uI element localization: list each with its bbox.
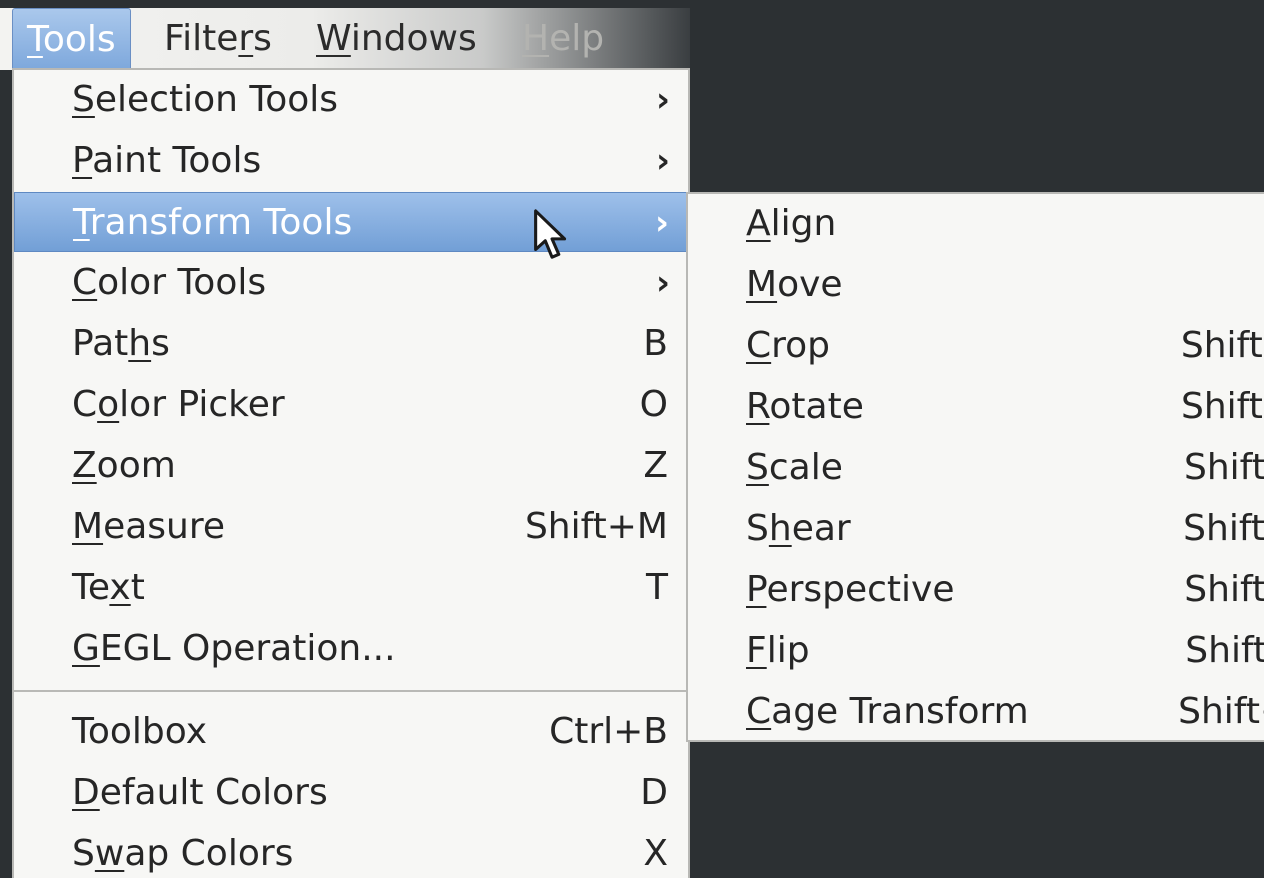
shortcut-label: O xyxy=(639,384,668,425)
menubar-windows[interactable]: Windows xyxy=(302,8,491,70)
chevron-right-icon: › xyxy=(655,141,670,181)
menu-item-label: Color Tools xyxy=(72,262,267,303)
menu-item-label: Rotate xyxy=(746,386,864,427)
chevron-right-icon: › xyxy=(655,263,670,303)
menu-item-label: GEGL Operation... xyxy=(72,628,396,669)
submenu-item-crop[interactable]: Crop Shift+C xyxy=(688,316,1264,376)
menu-item-label: Measure xyxy=(72,506,226,547)
menu-item-label: Zoom xyxy=(72,445,176,486)
chevron-right-icon: › xyxy=(655,80,670,120)
menu-item-swap-colors[interactable]: Swap Colors X xyxy=(14,824,688,878)
menu-item-label: Text xyxy=(72,567,145,608)
submenu-item-scale[interactable]: Scale Shift+T xyxy=(688,438,1264,498)
menu-item-color-picker[interactable]: Color Picker O xyxy=(14,375,688,435)
menu-item-label: Swap Colors xyxy=(72,833,294,874)
submenu-item-align[interactable]: Align Q xyxy=(688,194,1264,254)
menubar-label: Filte xyxy=(164,18,239,59)
menubar-mnemonic: W xyxy=(316,18,351,59)
menubar-label: ools xyxy=(42,19,116,60)
shortcut-label: D xyxy=(640,772,668,813)
shortcut-label: B xyxy=(643,323,668,364)
menubar-label: s xyxy=(253,18,272,59)
submenu-item-rotate[interactable]: Rotate Shift+R xyxy=(688,377,1264,437)
shortcut-label: Shift+M xyxy=(524,506,668,547)
menu-item-label: Scale xyxy=(746,447,843,488)
menu-item-paint-tools[interactable]: Paint Tools › xyxy=(14,131,688,191)
shortcut-label: Shift+P xyxy=(1184,569,1264,610)
menu-item-label: Move xyxy=(746,264,843,305)
menubar-label: indows xyxy=(350,18,477,59)
menu-item-default-colors[interactable]: Default Colors D xyxy=(14,763,688,823)
shortcut-label: Z xyxy=(643,445,668,486)
menu-item-label: Perspective xyxy=(746,569,955,610)
menu-item-label: Shear xyxy=(746,508,851,549)
shortcut-label: T xyxy=(646,567,668,608)
menu-separator xyxy=(14,690,688,692)
menubar-tools[interactable]: Tools xyxy=(12,8,131,70)
shortcut-label: Q xyxy=(1118,194,1264,254)
menu-item-color-tools[interactable]: Color Tools › xyxy=(14,253,688,313)
shortcut-label: Shift+G xyxy=(1178,691,1264,732)
menu-item-label: Selection Tools xyxy=(72,79,339,120)
menubar-mnemonic: H xyxy=(522,18,550,59)
menu-item-label: Crop xyxy=(746,325,831,366)
shortcut-label: Ctrl+B xyxy=(549,711,668,752)
menu-item-text[interactable]: Text T xyxy=(14,558,688,618)
shortcut-label: M xyxy=(1118,255,1264,315)
shortcut-label: Shift+R xyxy=(1180,386,1264,427)
submenu-item-shear[interactable]: Shear Shift+S xyxy=(688,499,1264,559)
chevron-right-icon: › xyxy=(654,203,669,243)
menubar-mnemonic: r xyxy=(238,18,254,59)
menu-item-label: Align xyxy=(746,203,837,244)
menu-item-label: Color Picker xyxy=(72,384,285,425)
screen: Tools Filters Windows Help Selection Too… xyxy=(0,0,1264,878)
shortcut-label: Shift+T xyxy=(1184,447,1264,488)
menu-item-label: Flip xyxy=(746,630,810,671)
menu-item-label: Transform Tools xyxy=(73,202,353,243)
menu-item-label: Paint Tools xyxy=(72,140,262,181)
menubar-help[interactable]: Help xyxy=(508,8,618,70)
menu-item-label: Paths xyxy=(72,323,170,364)
submenu-item-flip[interactable]: Flip Shift+F xyxy=(688,621,1264,681)
transform-tools-submenu: Align Q Move M Crop Shift+C Rotate Shift… xyxy=(686,192,1264,742)
menu-item-selection-tools[interactable]: Selection Tools › xyxy=(14,70,688,130)
submenu-item-move[interactable]: Move M xyxy=(688,255,1264,315)
shortcut-label: Shift+F xyxy=(1185,630,1264,671)
submenu-item-perspective[interactable]: Perspective Shift+P xyxy=(688,560,1264,620)
menu-item-transform-tools[interactable]: Transform Tools › xyxy=(14,192,688,252)
menu-item-label: Toolbox xyxy=(72,711,207,752)
tools-menu: Selection Tools › Paint Tools › Transfor… xyxy=(12,68,690,878)
menu-item-zoom[interactable]: Zoom Z xyxy=(14,436,688,496)
menu-item-paths[interactable]: Paths B xyxy=(14,314,688,374)
mouse-pointer-icon xyxy=(534,209,567,259)
menu-item-measure[interactable]: Measure Shift+M xyxy=(14,497,688,557)
menu-item-gegl-operation[interactable]: GEGL Operation... xyxy=(14,619,688,679)
menu-item-label: Default Colors xyxy=(72,772,328,813)
menubar-filters[interactable]: Filters xyxy=(150,8,286,70)
shortcut-label: X xyxy=(643,833,668,874)
menubar: Tools Filters Windows Help xyxy=(0,8,690,70)
shortcut-label: Shift+C xyxy=(1180,325,1264,366)
menubar-mnemonic: T xyxy=(27,19,43,60)
submenu-item-cage-transform[interactable]: Cage Transform Shift+G xyxy=(688,682,1264,742)
menu-item-label: Cage Transform xyxy=(746,691,1029,732)
menu-item-toolbox[interactable]: Toolbox Ctrl+B xyxy=(14,702,688,762)
shortcut-label: Shift+S xyxy=(1183,508,1264,549)
menubar-label: elp xyxy=(549,18,605,59)
